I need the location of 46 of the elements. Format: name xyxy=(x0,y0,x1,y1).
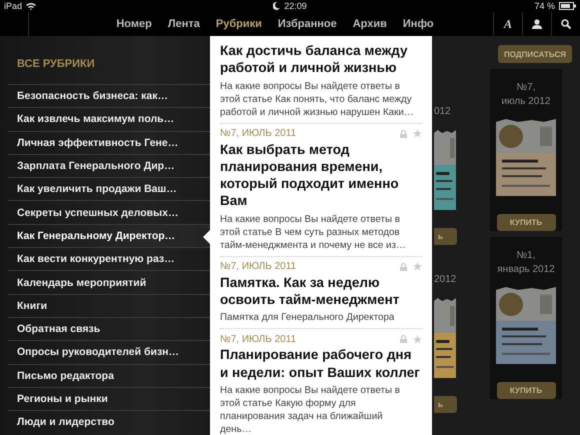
device-name: iPad xyxy=(4,1,22,11)
article-title: Как достичь баланса между работой и личной жизнью xyxy=(220,42,409,77)
article-date: №7, ИЮЛЬ 2011 xyxy=(220,261,296,272)
issue-title: №7, июль 2012 xyxy=(502,81,550,109)
buy-button[interactable]: КУПИТЬ xyxy=(496,214,556,231)
article-title: Планирование рабочего дня и недели: опыт Ваших коллег xyxy=(220,346,421,381)
article-item[interactable]: №7, ИЮЛЬ 2011 Памятка. Как за неделю освоить тайм-менеджмент Памятка для Генерального Директора xyxy=(220,256,422,330)
sidebar-heading: ВСЕ РУБРИКИ xyxy=(17,58,96,70)
nav-tab[interactable]: Архив xyxy=(344,14,395,34)
article-item[interactable]: №7, ИЮЛЬ 2011 Планирование рабочего дня и недели: опыт Ваших коллег На какие вопросы Вы найдете ответы в этой статье Какую форму для планирования задач на ближайший день… xyxy=(220,329,422,435)
nav-tab[interactable]: Лента xyxy=(160,14,208,34)
buy-button[interactable]: КУПИТЬ xyxy=(496,382,556,399)
person-icon xyxy=(532,19,542,29)
nav-tab[interactable]: Избранное xyxy=(270,14,345,34)
article-item[interactable]: №7, ИЮЛЬ 2011 Как выбрать метод планирования времени, который подходит именно Вам На какие вопросы Вы найдете ответы в этой статье В чем суть разных методов тайм-менеджмента и почему не все из… xyxy=(220,124,422,257)
article-excerpt: На какие вопросы Вы найдете ответы в этой статье Как понять, что баланс между работой и личной жизнью нарушен Каки… xyxy=(220,80,415,119)
star-icon[interactable] xyxy=(413,129,422,138)
clock: 22:09 xyxy=(284,1,307,11)
buy-button[interactable]: ь xyxy=(434,396,457,413)
article-excerpt: Памятка для Генерального Директора xyxy=(220,311,396,324)
article-title: Памятка. Как за неделю освоить тайм-менеджмент xyxy=(220,274,400,308)
buy-button[interactable]: ь xyxy=(434,228,457,245)
subscribe-button[interactable]: ПОДПИСАТЬСЯ xyxy=(498,45,572,63)
battery-icon xyxy=(559,2,576,10)
lock-icon xyxy=(400,262,407,271)
nav-tab[interactable]: Инфо xyxy=(394,14,442,34)
battery-percent: 74 % xyxy=(534,1,555,11)
wifi-icon xyxy=(26,2,36,10)
nav-tab[interactable]: Рубрики xyxy=(208,14,270,34)
lock-icon xyxy=(400,130,407,138)
moon-icon xyxy=(273,2,280,10)
issue-date: 012 xyxy=(434,106,451,119)
issue-date: 2012 xyxy=(434,274,456,287)
article-excerpt: На какие вопросы Вы найдете ответы в этой статье В чем суть разных методов тайм-менеджмента и почему не все из… xyxy=(220,212,407,252)
nav-tab[interactable]: Номер xyxy=(108,14,160,34)
search-icon xyxy=(561,19,571,29)
article-excerpt: На какие вопросы Вы найдете ответы в этой статье Какую форму для планирования задач на ближайший день… xyxy=(220,384,401,435)
star-icon[interactable] xyxy=(413,262,422,272)
issue-title: №1, январь 2012 xyxy=(497,249,555,277)
star-icon[interactable] xyxy=(413,334,422,344)
article-date: №7, ИЮЛЬ 2011 xyxy=(220,128,296,140)
article-title: Как выбрать метод планирования времени, который подходит именно Вам xyxy=(220,140,400,210)
article-item[interactable]: Как достичь баланса между работой и личной жизнью На какие вопросы Вы найдете ответы в этой статье Как понять, что баланс между работой и личной жизнью нарушен Каки… xyxy=(220,39,422,124)
lock-icon xyxy=(400,335,407,344)
article-date: №7, ИЮЛЬ 2011 xyxy=(220,334,296,345)
category-item[interactable]: Как Генеральному Директор… xyxy=(8,224,210,248)
